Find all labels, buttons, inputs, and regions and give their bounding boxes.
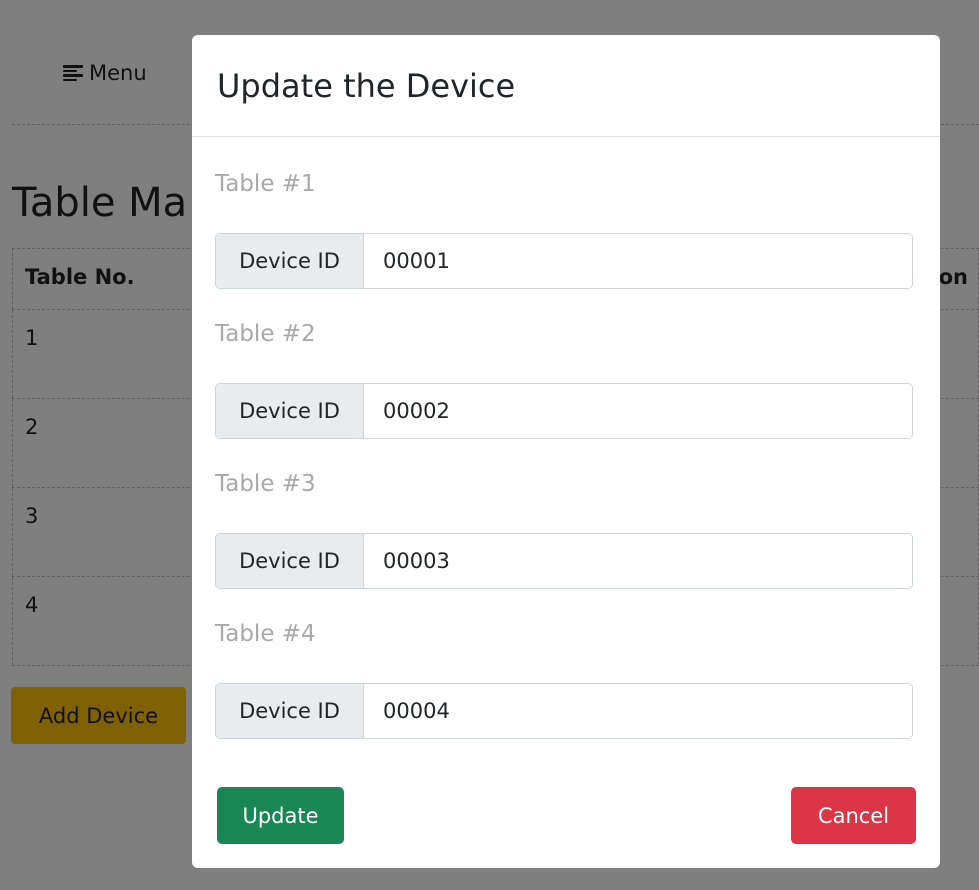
table-label: Table #2 bbox=[215, 321, 316, 347]
device-id-input-2[interactable] bbox=[364, 384, 912, 438]
device-id-prefix: Device ID bbox=[216, 534, 364, 588]
device-id-prefix: Device ID bbox=[216, 234, 364, 288]
modal-header: Update the Device bbox=[192, 35, 940, 137]
device-id-input-group: Device ID bbox=[215, 383, 913, 439]
device-id-input-4[interactable] bbox=[364, 684, 912, 738]
table-label: Table #1 bbox=[215, 171, 316, 197]
device-id-prefix: Device ID bbox=[216, 384, 364, 438]
modal-body: Table #1 Device ID Table #2 Device ID Ta… bbox=[192, 137, 940, 868]
device-id-input-3[interactable] bbox=[364, 534, 912, 588]
device-id-input-group: Device ID bbox=[215, 233, 913, 289]
table-label: Table #4 bbox=[215, 621, 316, 647]
modal-title: Update the Device bbox=[217, 66, 516, 105]
cancel-button[interactable]: Cancel bbox=[791, 787, 916, 844]
device-id-input-1[interactable] bbox=[364, 234, 912, 288]
device-id-input-group: Device ID bbox=[215, 533, 913, 589]
table-label: Table #3 bbox=[215, 471, 316, 497]
update-device-modal: Update the Device Table #1 Device ID Tab… bbox=[192, 35, 940, 868]
update-button[interactable]: Update bbox=[217, 787, 344, 844]
device-id-input-group: Device ID bbox=[215, 683, 913, 739]
device-id-prefix: Device ID bbox=[216, 684, 364, 738]
